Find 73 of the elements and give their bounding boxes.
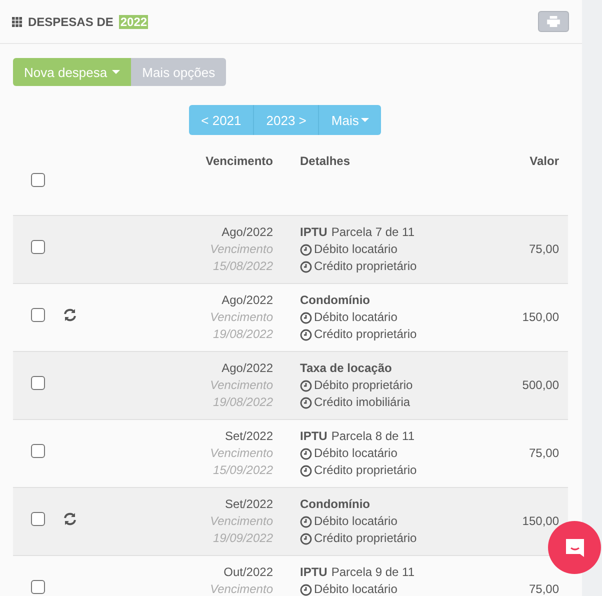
month-text: Ago/2022: [220, 292, 273, 309]
clock-icon: [300, 260, 312, 272]
due-date: 15/08/2022: [212, 258, 273, 275]
clock-icon: [300, 380, 312, 392]
pager-button[interactable]: 2023 >: [253, 105, 318, 135]
expense-title: Condomínio: [300, 496, 370, 513]
row-checkbox[interactable]: [31, 376, 45, 390]
value-text: 500,00: [521, 377, 560, 394]
expense-title: Condomínio: [300, 292, 370, 309]
year-highlight: 2022: [119, 14, 148, 28]
column-header: Vencimento: [204, 153, 273, 170]
expense-title: IPTU: [300, 564, 328, 581]
installment-text: Parcela 9 de 11: [331, 564, 415, 581]
clock-icon: [300, 328, 312, 340]
due-date: 19/08/2022: [212, 394, 273, 411]
page-title: DESPESAS DE: [28, 14, 114, 28]
expense-title: Taxa de locação: [300, 360, 392, 377]
more-options-button[interactable]: Mais opções: [131, 58, 226, 86]
due-label: Vencimento: [209, 377, 273, 394]
installment-text: Parcela 7 de 11: [331, 224, 415, 241]
value-text: 75,00: [528, 581, 560, 596]
due-label: Vencimento: [209, 581, 273, 596]
clock-icon: [300, 396, 312, 408]
printer-icon: [547, 16, 560, 27]
row-checkbox[interactable]: [31, 580, 45, 594]
due-date: 19/09/2022: [212, 530, 273, 547]
due-label: Vencimento: [209, 445, 273, 462]
month-text: Ago/2022: [220, 224, 273, 241]
expense-title: IPTU: [300, 428, 328, 445]
installment-text: Parcela 8 de 11: [331, 428, 415, 445]
due-date: 15/09/2022: [212, 462, 273, 479]
month-text: Ago/2022: [220, 360, 273, 377]
credit-text: Crédito proprietário: [314, 258, 417, 275]
debit-text: Débito locatário: [314, 513, 398, 530]
month-text: Out/2022: [222, 564, 273, 581]
credit-text: Crédito imobiliária: [314, 394, 410, 411]
value-text: 75,00: [528, 241, 560, 258]
clock-icon: [300, 244, 312, 256]
credit-text: Crédito proprietário: [314, 530, 417, 547]
debit-text: Débito locatário: [314, 309, 398, 326]
clock-icon: [300, 448, 312, 460]
clock-icon: [300, 584, 312, 596]
pager-dropdown-button[interactable]: Mais: [318, 105, 381, 135]
clock-icon: [300, 312, 312, 324]
due-date: 19/08/2022: [212, 326, 273, 343]
debit-text: Débito locatário: [314, 581, 398, 596]
clock-icon: [300, 464, 312, 476]
value-text: 150,00: [521, 309, 560, 326]
pager-button[interactable]: < 2021: [189, 105, 254, 135]
month-text: Set/2022: [224, 428, 273, 445]
row-checkbox[interactable]: [31, 512, 45, 526]
row-checkbox[interactable]: [31, 444, 45, 458]
credit-text: Crédito proprietário: [314, 462, 417, 479]
clock-icon: [300, 516, 312, 528]
row-checkbox[interactable]: [31, 308, 45, 322]
due-label: Vencimento: [209, 241, 273, 258]
select-all-checkbox[interactable]: [31, 173, 45, 187]
column-header: Detalhes: [299, 153, 352, 170]
due-label: Vencimento: [209, 513, 273, 530]
clock-icon: [300, 532, 312, 544]
row-checkbox[interactable]: [31, 240, 45, 254]
value-text: 75,00: [528, 445, 560, 462]
value-text: 150,00: [521, 513, 560, 530]
new-expense-button[interactable]: Nova despesa: [13, 58, 132, 86]
column-header: Valor: [528, 153, 560, 170]
grid-icon: [12, 16, 22, 26]
expense-title: IPTU: [300, 224, 328, 241]
debit-text: Débito locatário: [314, 445, 398, 462]
debit-text: Débito proprietário: [314, 377, 413, 394]
month-text: Set/2022: [224, 496, 273, 513]
credit-text: Crédito proprietário: [314, 326, 417, 343]
due-label: Vencimento: [209, 309, 273, 326]
debit-text: Débito locatário: [314, 241, 398, 258]
